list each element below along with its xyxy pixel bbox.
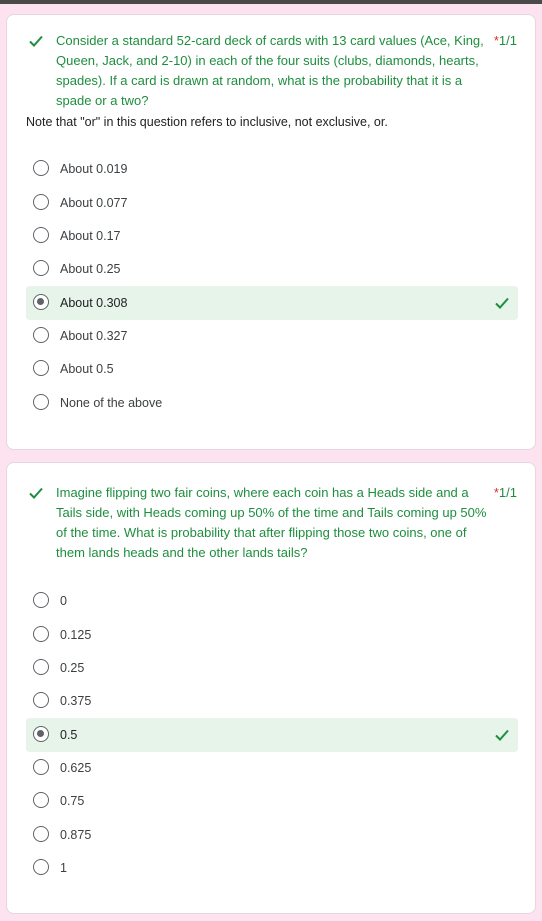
radio-icon[interactable] <box>33 859 49 875</box>
check-icon <box>28 485 44 501</box>
option-label: About 0.077 <box>60 196 128 210</box>
question-card-2: Imagine flipping two fair coins, where e… <box>6 462 536 914</box>
option-label: None of the above <box>60 396 163 410</box>
option-label: 0.375 <box>60 694 92 708</box>
option-0-5[interactable]: 0.5 <box>26 718 518 752</box>
top-bar <box>0 0 542 4</box>
option-about-0-5[interactable]: About 0.5 <box>26 352 518 386</box>
correct-check-icon <box>494 295 510 311</box>
radio-icon[interactable] <box>33 394 49 410</box>
option-0-75[interactable]: 0.75 <box>26 784 518 818</box>
option-about-0-327[interactable]: About 0.327 <box>26 319 518 353</box>
option-1[interactable]: 1 <box>26 851 518 885</box>
option-none-of-the-above[interactable]: None of the above <box>26 386 518 420</box>
check-icon <box>28 33 44 49</box>
question-card-1: Consider a standard 52-card deck of card… <box>6 14 536 450</box>
radio-icon[interactable] <box>33 692 49 708</box>
question-note: Note that "or" in this question refers t… <box>26 115 388 129</box>
option-label: About 0.019 <box>60 162 128 176</box>
radio-icon[interactable] <box>33 260 49 276</box>
option-label: 0.5 <box>60 728 78 742</box>
option-about-0-25[interactable]: About 0.25 <box>26 252 518 286</box>
option-about-0-077[interactable]: About 0.077 <box>26 186 518 220</box>
option-label: 0 <box>60 594 67 608</box>
option-0[interactable]: 0 <box>26 584 518 618</box>
option-label: 1 <box>60 861 67 875</box>
option-label: About 0.308 <box>60 296 128 310</box>
option-0-125[interactable]: 0.125 <box>26 618 518 652</box>
radio-icon[interactable] <box>33 759 49 775</box>
radio-icon[interactable] <box>33 327 49 343</box>
radio-icon[interactable] <box>33 592 49 608</box>
option-0-25[interactable]: 0.25 <box>26 651 518 685</box>
option-0-375[interactable]: 0.375 <box>26 684 518 718</box>
radio-icon[interactable] <box>33 360 49 376</box>
option-about-0-17[interactable]: About 0.17 <box>26 219 518 253</box>
option-label: About 0.327 <box>60 329 128 343</box>
option-label: 0.625 <box>60 761 92 775</box>
radio-icon[interactable] <box>33 659 49 675</box>
question-score: *1/1 <box>494 483 517 503</box>
radio-icon-selected[interactable] <box>33 294 49 310</box>
question-text: Imagine flipping two fair coins, where e… <box>56 485 487 560</box>
correct-check-icon <box>494 727 510 743</box>
option-label: About 0.5 <box>60 362 114 376</box>
option-0-625[interactable]: 0.625 <box>26 751 518 785</box>
radio-icon-selected[interactable] <box>33 726 49 742</box>
option-label: 0.25 <box>60 661 85 675</box>
option-0-875[interactable]: 0.875 <box>26 818 518 852</box>
option-label: 0.875 <box>60 828 92 842</box>
radio-icon[interactable] <box>33 194 49 210</box>
radio-icon[interactable] <box>33 826 49 842</box>
option-label: 0.125 <box>60 628 92 642</box>
option-about-0-019[interactable]: About 0.019 <box>26 152 518 186</box>
option-label: About 0.25 <box>60 262 121 276</box>
question-score: *1/1 <box>494 31 517 51</box>
option-label: 0.75 <box>60 794 85 808</box>
option-label: About 0.17 <box>60 229 121 243</box>
score-value: 1/1 <box>498 33 517 48</box>
question-text: Consider a standard 52-card deck of card… <box>56 33 484 108</box>
radio-icon[interactable] <box>33 227 49 243</box>
score-value: 1/1 <box>498 485 517 500</box>
radio-icon[interactable] <box>33 626 49 642</box>
radio-icon[interactable] <box>33 160 49 176</box>
option-about-0-308[interactable]: About 0.308 <box>26 286 518 320</box>
radio-icon[interactable] <box>33 792 49 808</box>
